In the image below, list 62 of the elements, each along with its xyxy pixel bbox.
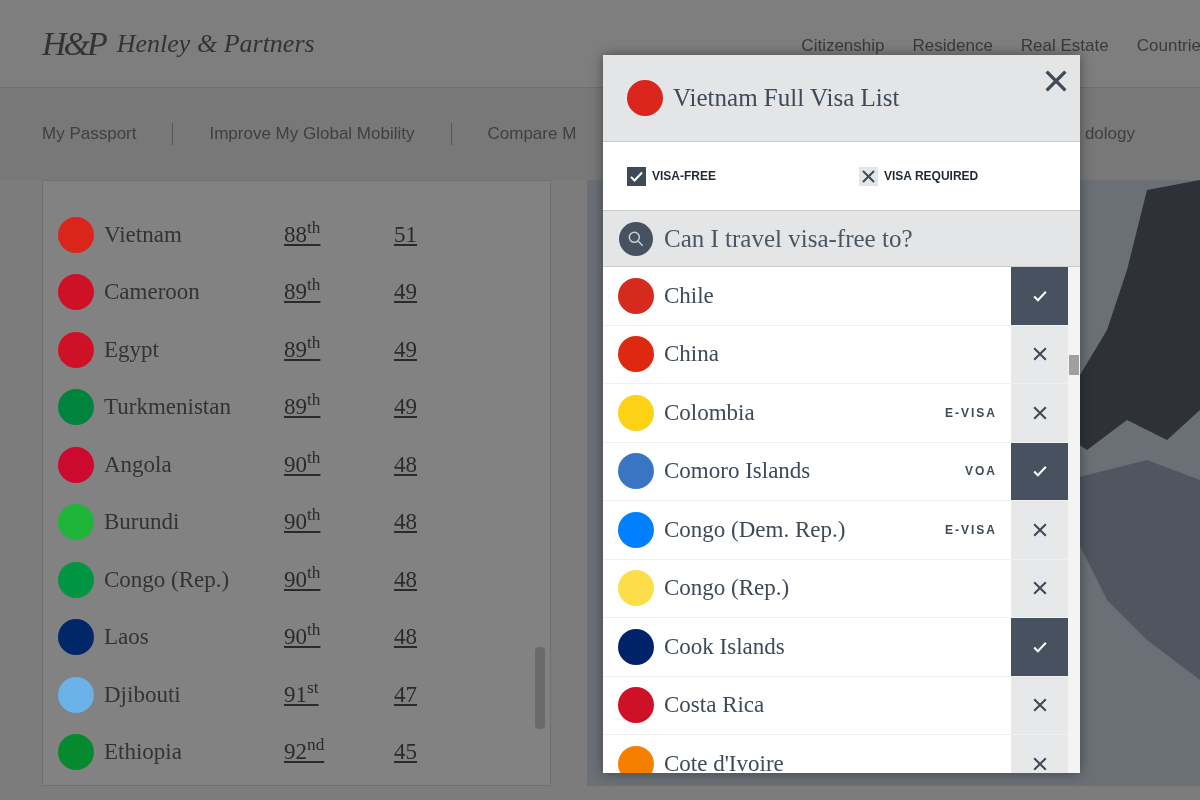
score-link[interactable]: 48 (394, 447, 417, 482)
country-name: Cameroon (104, 278, 201, 306)
country-name: Chile (664, 281, 714, 310)
nav-link[interactable]: Citizenship (801, 32, 885, 59)
nav-link[interactable]: Real Estate (1020, 32, 1109, 59)
rank-link[interactable]: 90$^{th}$ (284, 505, 394, 540)
country-name: Ethiopia (104, 738, 183, 766)
country-name: Djibouti (104, 680, 182, 709)
score-link[interactable]: 45 (394, 735, 417, 770)
checkbox-icon (627, 166, 646, 186)
rank-link[interactable]: 89$^{th}$ (284, 332, 394, 367)
logo-mark: H&P (42, 24, 105, 64)
country-name: Egypt (104, 335, 160, 364)
rank-link[interactable]: 92$^{nd}$ (284, 735, 394, 770)
country-name: Congo (Rep.) (104, 565, 231, 594)
country-name: Angola (104, 450, 173, 479)
score-link[interactable]: 48 (394, 562, 417, 597)
country-name: Costa Rica (664, 691, 765, 719)
search-icon (619, 221, 653, 256)
legend-label: VISA REQUIRED (884, 168, 979, 185)
country-name: Cote d'Ivoire (664, 749, 784, 773)
modal-title: Vietnam Full Visa List (673, 83, 900, 114)
country-name: Laos (104, 623, 150, 651)
rank-link[interactable]: 90$^{th}$ (284, 447, 394, 482)
legend-label: VISA-FREE (652, 168, 716, 185)
search-field[interactable]: Can I travel visa-free to? (603, 210, 1080, 267)
country-name: Colombia (664, 398, 755, 427)
brand-name: Henley & Partners (116, 28, 315, 60)
subnav-link[interactable]: Improve My Global Mobility (209, 121, 415, 147)
rank-link[interactable]: 91$^{st}$ (284, 677, 394, 712)
visa-type-label: VOA (965, 463, 997, 481)
rank-link[interactable]: 89$^{th}$ (284, 275, 394, 310)
country-name: Burundi (104, 508, 181, 536)
scrollbar-thumb[interactable] (1069, 355, 1079, 375)
rank-link[interactable]: 88$^{th}$ (284, 217, 394, 252)
cross-box-icon (859, 166, 878, 186)
country-name: Turkmenistan (104, 393, 232, 421)
rank-link[interactable]: 90$^{th}$ (284, 620, 394, 655)
country-name: Congo (Dem. Rep.) (664, 515, 846, 544)
nav-link[interactable]: Residence (912, 32, 993, 59)
score-link[interactable]: 49 (394, 332, 417, 367)
visa-type-label: E-VISA (945, 404, 997, 422)
scrollbar-thumb[interactable] (535, 647, 545, 729)
score-link[interactable]: 48 (394, 505, 417, 540)
search-input[interactable]: Can I travel visa-free to? (664, 219, 1080, 258)
country-name: Vietnam (104, 220, 183, 249)
nav-link[interactable]: Countrie (1136, 32, 1200, 59)
score-link[interactable]: 47 (394, 677, 417, 712)
rank-link[interactable]: 89$^{th}$ (284, 390, 394, 425)
score-link[interactable]: 51 (394, 217, 417, 252)
country-name: China (664, 340, 719, 368)
visa-type-label: E-VISA (945, 521, 997, 539)
subnav-link[interactable]: Compare M (487, 121, 577, 147)
country-name: Cook Islands (664, 632, 785, 661)
score-link[interactable]: 48 (394, 620, 417, 655)
score-link[interactable]: 49 (394, 275, 417, 310)
country-name: Congo (Rep.) (664, 574, 790, 602)
country-name: Comoro Islands (664, 457, 811, 485)
score-link[interactable]: 49 (394, 390, 417, 425)
subnav-link[interactable]: My Passport (42, 121, 137, 147)
subnav-link[interactable]: dology (1084, 121, 1135, 147)
rank-link[interactable]: 90$^{th}$ (284, 562, 394, 597)
